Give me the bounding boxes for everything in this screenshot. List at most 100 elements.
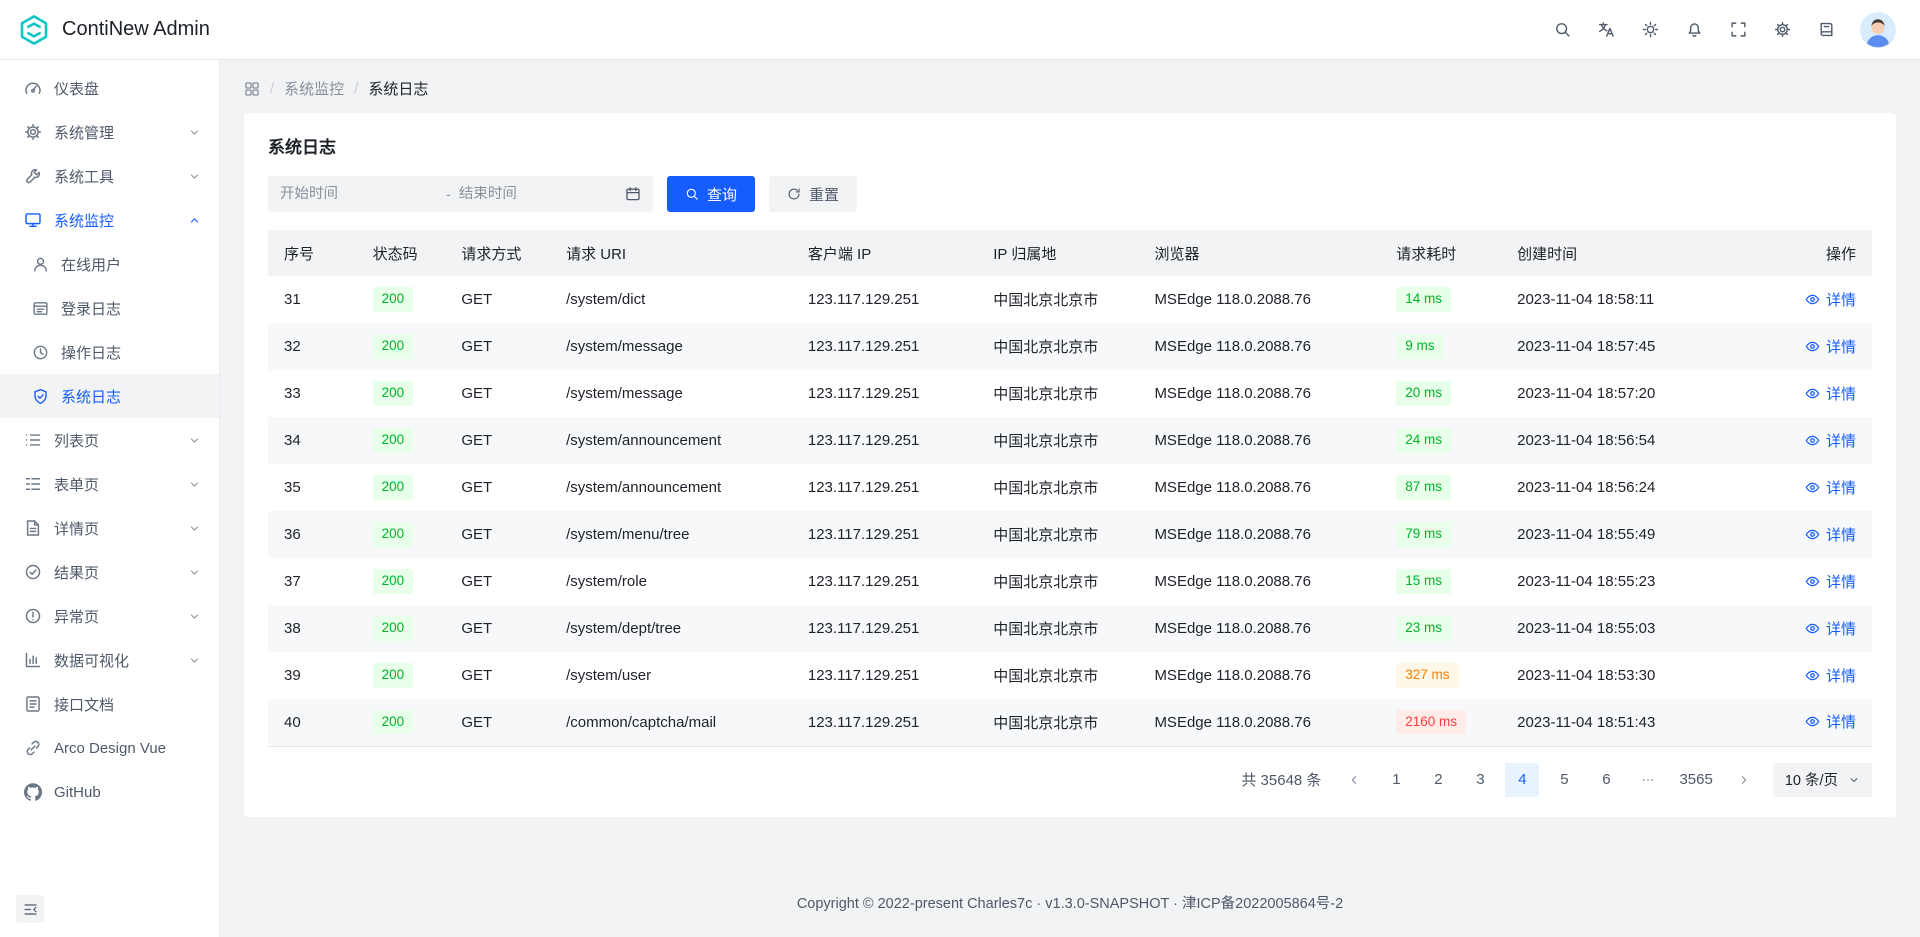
- chevron-down-icon: [188, 566, 201, 579]
- sidebar-item[interactable]: 表单页: [0, 462, 219, 506]
- cell-uri: /system/dept/tree: [550, 605, 792, 652]
- detail-link[interactable]: 详情: [1805, 618, 1856, 639]
- fullscreen-button[interactable]: [1720, 12, 1756, 48]
- detail-link[interactable]: 详情: [1805, 430, 1856, 451]
- sidebar-item[interactable]: 数据可视化: [0, 638, 219, 682]
- detail-link[interactable]: 详情: [1805, 571, 1856, 592]
- cell-browser: MSEdge 118.0.2088.76: [1138, 323, 1380, 370]
- topbar: ContiNew Admin: [0, 0, 1920, 60]
- eye-icon: [1805, 386, 1820, 401]
- status-badge: 200: [373, 381, 414, 405]
- docs-button[interactable]: [1808, 12, 1844, 48]
- sidebar-subitem[interactable]: 在线用户: [0, 242, 219, 286]
- cell-method: GET: [445, 652, 550, 699]
- cell-client-ip: 123.117.129.251: [792, 464, 977, 511]
- content: / 系统监控 / 系统日志 系统日志 - 查询 重置: [220, 60, 1920, 937]
- pagination-page-6[interactable]: 6: [1589, 763, 1623, 797]
- eye-icon: [1805, 668, 1820, 683]
- tool-icon: [24, 167, 42, 185]
- detail-link[interactable]: 详情: [1805, 477, 1856, 498]
- pagination-page-5[interactable]: 5: [1547, 763, 1581, 797]
- topbar-actions: [1544, 12, 1896, 48]
- sidebar-item[interactable]: 仪表盘: [0, 66, 219, 110]
- search-button[interactable]: [1544, 12, 1580, 48]
- pagination-page-1[interactable]: 1: [1379, 763, 1413, 797]
- cell-ip-region: 中国北京北京市: [977, 699, 1138, 746]
- history-icon: [32, 344, 49, 361]
- cell-no: 31: [268, 276, 357, 323]
- status-badge: 200: [373, 287, 414, 311]
- sidebar-subitem[interactable]: 系统日志: [0, 374, 219, 418]
- pagination-next-button[interactable]: [1727, 763, 1761, 797]
- log-row: 37200GET/system/role123.117.129.251中国北京北…: [268, 558, 1872, 605]
- cell-action: 详情: [1767, 464, 1872, 511]
- copyright-text: Copyright © 2022-present Charles7c · v1.…: [797, 896, 1343, 912]
- sidebar-subitem[interactable]: 登录日志: [0, 286, 219, 330]
- cell-ip-region: 中国北京北京市: [977, 652, 1138, 699]
- pagination-page-3565[interactable]: 3565: [1673, 763, 1718, 797]
- sidebar-item[interactable]: 接口文档: [0, 682, 219, 726]
- eye-icon: [1805, 574, 1820, 589]
- detail-link[interactable]: 详情: [1805, 711, 1856, 732]
- sidebar-item-label: 结果页: [54, 562, 176, 583]
- sidebar-item[interactable]: 异常页: [0, 594, 219, 638]
- chevron-right-icon: [1737, 773, 1751, 787]
- end-time-input[interactable]: [459, 186, 617, 202]
- date-range-picker[interactable]: -: [268, 176, 653, 212]
- detail-link[interactable]: 详情: [1805, 336, 1856, 357]
- sidebar-subitem[interactable]: 操作日志: [0, 330, 219, 374]
- sidebar-item[interactable]: GitHub: [0, 770, 219, 814]
- column-header: 请求 URI: [550, 230, 792, 276]
- sidebar-item[interactable]: 列表页: [0, 418, 219, 462]
- theme-toggle-button[interactable]: [1632, 12, 1668, 48]
- sidebar-item-label: 表单页: [54, 474, 176, 495]
- pagination-prev-button[interactable]: [1337, 763, 1371, 797]
- cell-client-ip: 123.117.129.251: [792, 511, 977, 558]
- sidebar-item[interactable]: 系统监控: [0, 198, 219, 242]
- pagination-page-2[interactable]: 2: [1421, 763, 1455, 797]
- chevron-down-icon: [188, 610, 201, 623]
- detail-link[interactable]: 详情: [1805, 289, 1856, 310]
- column-header: 请求方式: [445, 230, 550, 276]
- pagination-page-4[interactable]: 4: [1505, 763, 1539, 797]
- duration-badge: 14 ms: [1396, 287, 1451, 311]
- sidebar-item[interactable]: 结果页: [0, 550, 219, 594]
- sidebar-item[interactable]: Arco Design Vue: [0, 726, 219, 770]
- cell-status: 200: [357, 464, 446, 511]
- notifications-button[interactable]: [1676, 12, 1712, 48]
- page-size-select[interactable]: 10 条/页: [1773, 763, 1872, 797]
- user-avatar[interactable]: [1860, 12, 1896, 48]
- log-row: 34200GET/system/announcement123.117.129.…: [268, 417, 1872, 464]
- sidebar-item[interactable]: 详情页: [0, 506, 219, 550]
- list-icon: [24, 431, 42, 449]
- cell-duration: 79 ms: [1380, 511, 1501, 558]
- reset-button[interactable]: 重置: [769, 176, 857, 212]
- settings-button[interactable]: [1764, 12, 1800, 48]
- detail-link[interactable]: 详情: [1805, 524, 1856, 545]
- detail-link[interactable]: 详情: [1805, 665, 1856, 686]
- duration-badge: 2160 ms: [1396, 710, 1466, 734]
- sidebar-item[interactable]: 系统工具: [0, 154, 219, 198]
- breadcrumb: / 系统监控 / 系统日志: [220, 60, 1920, 99]
- cell-no: 35: [268, 464, 357, 511]
- pagination-page-3[interactable]: 3: [1463, 763, 1497, 797]
- cell-status: 200: [357, 652, 446, 699]
- cell-client-ip: 123.117.129.251: [792, 558, 977, 605]
- column-header: 序号: [268, 230, 357, 276]
- log-row: 31200GET/system/dict123.117.129.251中国北京北…: [268, 276, 1872, 323]
- layout: 仪表盘系统管理系统工具系统监控在线用户登录日志操作日志系统日志列表页表单页详情页…: [0, 60, 1920, 937]
- search-button[interactable]: 查询: [667, 176, 755, 212]
- sidebar-item[interactable]: 系统管理: [0, 110, 219, 154]
- cell-client-ip: 123.117.129.251: [792, 699, 977, 746]
- cell-created: 2023-11-04 18:57:20: [1501, 370, 1767, 417]
- cell-client-ip: 123.117.129.251: [792, 323, 977, 370]
- translate-button[interactable]: [1588, 12, 1624, 48]
- log-table-head: 序号状态码请求方式请求 URI客户端 IPIP 归属地浏览器请求耗时创建时间操作: [268, 230, 1872, 276]
- column-header: 状态码: [357, 230, 446, 276]
- start-time-input[interactable]: [280, 186, 438, 202]
- detail-link[interactable]: 详情: [1805, 383, 1856, 404]
- collapse-sidebar-button[interactable]: [16, 895, 44, 923]
- duration-badge: 9 ms: [1396, 334, 1443, 358]
- user-icon: [32, 256, 49, 273]
- breadcrumb-item-monitor[interactable]: 系统监控: [284, 78, 344, 99]
